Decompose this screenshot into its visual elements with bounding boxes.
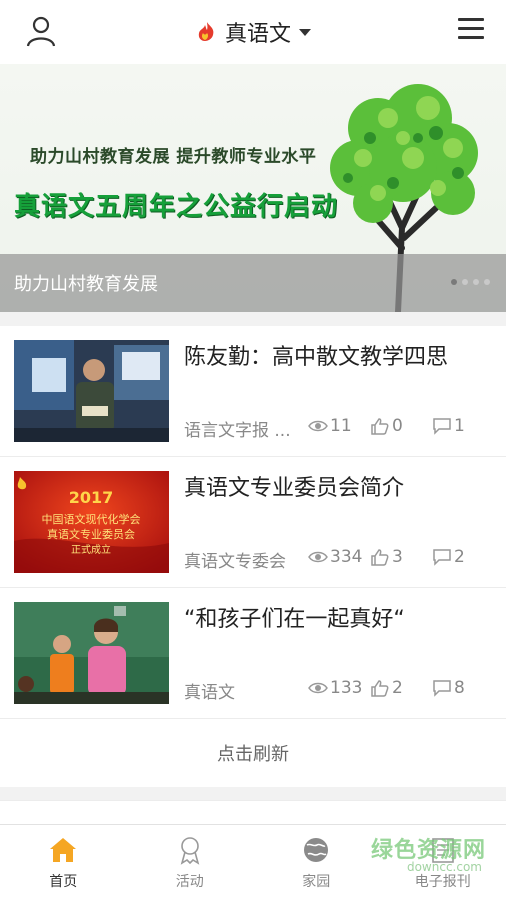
likes-stat[interactable]: 3	[370, 547, 403, 567]
article-item[interactable]: 陈友勤：高中散文教学四思 语言文字报 ... 11 0 1	[0, 326, 506, 457]
thumb-line-1: 中国语文现代化学会	[42, 512, 141, 526]
watermark: 绿色资源网 downcc.com	[368, 832, 486, 880]
like-count: 3	[392, 547, 403, 567]
thumb-line-3: 正式成立	[71, 543, 111, 556]
banner-caption-bar: 助力山村教育发展	[0, 254, 506, 312]
views-stat: 334	[308, 547, 362, 567]
carousel-dot[interactable]	[484, 279, 490, 285]
comment-count: 2	[454, 547, 465, 567]
article-source: 语言文字报 ...	[184, 421, 291, 441]
thumbs-up-icon	[371, 418, 389, 435]
likes-stat[interactable]: 0	[370, 416, 403, 436]
carousel-indicator	[451, 279, 490, 285]
article-meta: 真语文 133 2 8	[184, 676, 492, 704]
tab-label: 活动	[175, 874, 204, 890]
carousel-dot[interactable]	[451, 279, 457, 285]
article-thumbnail: 2017 中国语文现代化学会 真语文专业委员会 正式成立	[14, 471, 169, 573]
article-thumbnail	[14, 340, 169, 442]
like-count: 2	[392, 678, 403, 698]
views-stat: 11	[308, 416, 352, 436]
banner-carousel[interactable]: 助力山村教育发展 提升教师专业水平 真语文五周年之公益行启动 助力山村教育发展	[0, 64, 506, 312]
view-count: 334	[330, 547, 363, 567]
tab-home[interactable]: 首页	[0, 825, 127, 900]
next-section-card	[0, 800, 506, 824]
article-item[interactable]: 2017 中国语文现代化学会 真语文专业委员会 正式成立 真语文专业委员会简介 …	[0, 457, 506, 588]
tab-label: 家园	[302, 874, 331, 890]
app-title: 真语文	[224, 22, 291, 47]
eye-icon	[308, 420, 328, 432]
thumbs-up-icon	[371, 680, 389, 697]
comments-stat[interactable]: 2	[432, 547, 465, 567]
tab-label: 首页	[49, 874, 78, 890]
article-thumbnail	[14, 602, 169, 704]
thumb-year: 2017	[69, 488, 114, 507]
comment-icon	[433, 418, 451, 435]
thumb-line-2: 真语文专业委员会	[47, 527, 135, 541]
home-icon	[50, 838, 77, 862]
article-title: “和孩子们在一起真好“	[184, 607, 405, 632]
like-count: 0	[392, 416, 403, 436]
comments-stat[interactable]: 8	[432, 678, 465, 698]
flame-logo-icon	[198, 22, 214, 41]
article-title: 真语文专业委员会简介	[184, 476, 405, 501]
comment-count: 8	[454, 678, 465, 698]
globe-icon	[304, 838, 329, 862]
app-root: 真语文 助力山村教育发展 提升教师专业水平 真语文五周年之公益行启动 助力山村教…	[0, 0, 506, 900]
thumbs-up-icon	[371, 549, 389, 566]
comment-count: 1	[454, 416, 465, 436]
likes-stat[interactable]: 2	[370, 678, 403, 698]
carousel-dot[interactable]	[473, 279, 479, 285]
view-count: 11	[330, 416, 352, 436]
banner-subtitle: 助力山村教育发展 提升教师专业水平	[30, 147, 317, 167]
comment-icon	[433, 680, 451, 697]
views-stat: 133	[308, 678, 362, 698]
hamburger-menu-icon[interactable]	[458, 18, 484, 42]
carousel-dot[interactable]	[462, 279, 468, 285]
article-meta: 真语文专委会 334 3 2	[184, 545, 492, 573]
channel-selector[interactable]: 真语文	[0, 14, 506, 50]
article-feed: 陈友勤：高中散文教学四思 语言文字报 ... 11 0 1 2017 中国语文现…	[0, 326, 506, 787]
chevron-down-icon	[299, 28, 311, 36]
top-header: 真语文	[0, 0, 506, 64]
article-item[interactable]: “和孩子们在一起真好“ 真语文 133 2 8	[0, 588, 506, 719]
tab-activities[interactable]: 活动	[127, 825, 254, 900]
view-count: 133	[330, 678, 363, 698]
comment-icon	[433, 549, 451, 566]
award-ribbon-icon	[180, 837, 200, 865]
banner-caption: 助力山村教育发展	[14, 274, 158, 295]
article-source: 真语文	[184, 683, 235, 703]
tab-community[interactable]: 家园	[253, 825, 380, 900]
banner-headline: 真语文五周年之公益行启动	[14, 192, 339, 222]
eye-icon	[308, 551, 328, 563]
refresh-button[interactable]: 点击刷新	[0, 719, 506, 787]
eye-icon	[308, 682, 328, 694]
article-meta: 语言文字报 ... 11 0 1	[184, 414, 492, 442]
article-source: 真语文专委会	[184, 552, 286, 572]
watermark-url: downcc.com	[406, 860, 482, 874]
article-title: 陈友勤：高中散文教学四思	[184, 345, 449, 370]
comments-stat[interactable]: 1	[432, 416, 465, 436]
